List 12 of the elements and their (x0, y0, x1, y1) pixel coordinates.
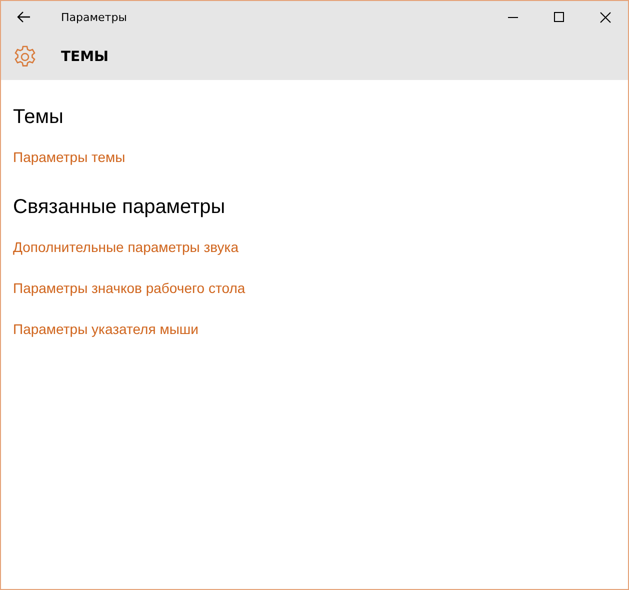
settings-link[interactable]: Параметры указателя мыши (13, 321, 198, 337)
window-title: Параметры (61, 10, 128, 24)
section-heading: Темы (13, 106, 64, 129)
settings-icon (13, 44, 37, 68)
settings-link[interactable]: Дополнительные параметры звука (13, 239, 239, 255)
settings-link[interactable]: Параметры значков рабочего стола (13, 280, 246, 296)
maximize-icon (554, 12, 564, 22)
close-icon (600, 12, 610, 22)
back-arrow-icon (17, 11, 31, 23)
section-heading: Связанные параметры (13, 196, 226, 219)
settings-link[interactable]: Параметры темы (13, 149, 126, 165)
page-title: ТЕМЫ (61, 48, 109, 64)
